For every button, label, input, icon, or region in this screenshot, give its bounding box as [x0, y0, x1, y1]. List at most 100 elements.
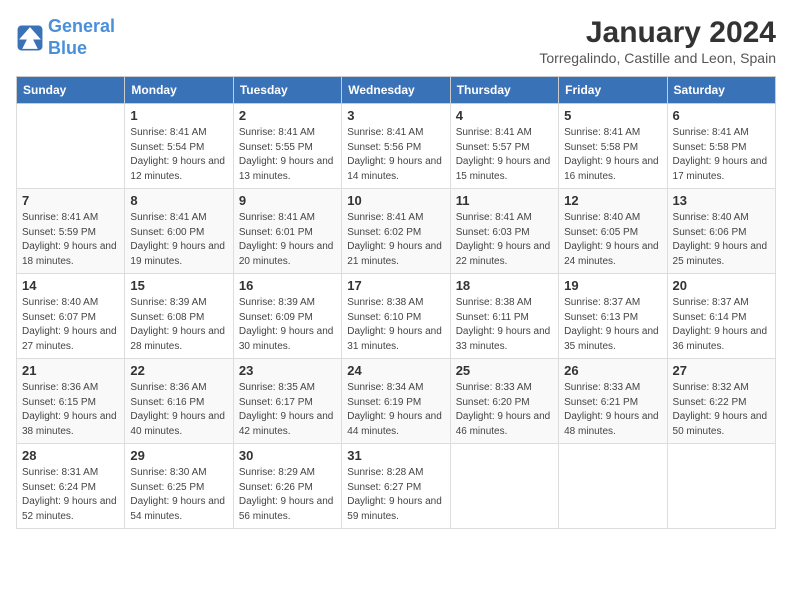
location: Torregalindo, Castille and Leon, Spain: [539, 50, 776, 66]
day-number: 6: [673, 108, 770, 123]
day-number: 10: [347, 193, 444, 208]
day-number: 30: [239, 448, 336, 463]
calendar-cell: 8Sunrise: 8:41 AMSunset: 6:00 PMDaylight…: [125, 189, 233, 274]
day-info: Sunrise: 8:41 AMSunset: 5:59 PMDaylight:…: [22, 211, 119, 269]
day-info: Sunrise: 8:31 AMSunset: 6:24 PMDaylight:…: [22, 466, 119, 524]
day-number: 4: [456, 108, 553, 123]
day-number: 26: [564, 363, 661, 378]
calendar-cell: 17 Sunrise: 8:38 AMSunset: 6:10 PMDayligh…: [342, 274, 450, 359]
day-number: 20: [673, 278, 770, 293]
title-block: January 2024 Torregalindo, Castille and …: [539, 16, 776, 66]
logo-line1: General: [48, 16, 115, 36]
day-number: 19: [564, 278, 661, 293]
day-info: Sunrise: 8:41 AMSunset: 6:01 PMDaylight:…: [239, 211, 336, 269]
day-info: Sunrise: 8:36 AMSunset: 6:15 PMDaylight:…: [22, 381, 119, 439]
day-number: 15: [130, 278, 227, 293]
day-info: Sunrise: 8:32 AMSunset: 6:22 PMDaylight:…: [673, 381, 770, 439]
calendar-cell: 29 Sunrise: 8:30 AMSunset: 6:25 PMDayligh…: [125, 444, 233, 529]
logo-icon: [16, 24, 44, 52]
day-info: Sunrise: 8:40 AMSunset: 6:07 PMDaylight:…: [22, 296, 119, 354]
day-number: 24: [347, 363, 444, 378]
calendar-cell: [559, 444, 667, 529]
day-number: 14: [22, 278, 119, 293]
calendar-cell: 1 Sunrise: 8:41 AMSunset: 5:54 PMDaylight…: [125, 104, 233, 189]
calendar-cell: 10 Sunrise: 8:41 AMSunset: 6:02 PMDayligh…: [342, 189, 450, 274]
calendar-cell: 6 Sunrise: 8:41 AMSunset: 5:58 PMDaylight…: [667, 104, 775, 189]
day-number: 16: [239, 278, 336, 293]
calendar-week-5: 28 Sunrise: 8:31 AMSunset: 6:24 PMDayligh…: [17, 444, 776, 529]
calendar-cell: 26 Sunrise: 8:33 AMSunset: 6:21 PMDayligh…: [559, 359, 667, 444]
calendar-week-3: 14 Sunrise: 8:40 AMSunset: 6:07 PMDayligh…: [17, 274, 776, 359]
weekday-header-friday: Friday: [559, 77, 667, 104]
calendar-table: SundayMondayTuesdayWednesdayThursdayFrid…: [16, 76, 776, 529]
weekday-header-tuesday: Tuesday: [233, 77, 341, 104]
calendar-cell: 12 Sunrise: 8:40 AMSunset: 6:05 PMDayligh…: [559, 189, 667, 274]
day-info: Sunrise: 8:33 AMSunset: 6:21 PMDaylight:…: [564, 381, 661, 439]
day-info: Sunrise: 8:41 AMSunset: 5:54 PMDaylight:…: [130, 126, 227, 184]
calendar-cell: 30 Sunrise: 8:29 AMSunset: 6:26 PMDayligh…: [233, 444, 341, 529]
day-number: 1: [130, 108, 227, 123]
day-info: Sunrise: 8:30 AMSunset: 6:25 PMDaylight:…: [130, 466, 227, 524]
day-number: 5: [564, 108, 661, 123]
day-number: 17: [347, 278, 444, 293]
day-info: Sunrise: 8:40 AMSunset: 6:05 PMDaylight:…: [564, 211, 661, 269]
day-info: Sunrise: 8:38 AMSunset: 6:10 PMDaylight:…: [347, 296, 444, 354]
calendar-cell: 4 Sunrise: 8:41 AMSunset: 5:57 PMDaylight…: [450, 104, 558, 189]
day-number: 7: [22, 193, 119, 208]
calendar-cell: 18 Sunrise: 8:38 AMSunset: 6:11 PMDayligh…: [450, 274, 558, 359]
day-number: 18: [456, 278, 553, 293]
day-number: 3: [347, 108, 444, 123]
logo-text: General Blue: [48, 16, 115, 59]
calendar-week-1: 1 Sunrise: 8:41 AMSunset: 5:54 PMDaylight…: [17, 104, 776, 189]
day-info: Sunrise: 8:37 AMSunset: 6:13 PMDaylight:…: [564, 296, 661, 354]
day-info: Sunrise: 8:41 AMSunset: 5:55 PMDaylight:…: [239, 126, 336, 184]
day-info: Sunrise: 8:33 AMSunset: 6:20 PMDaylight:…: [456, 381, 553, 439]
calendar-cell: 31Sunrise: 8:28 AMSunset: 6:27 PMDayligh…: [342, 444, 450, 529]
day-info: Sunrise: 8:41 AMSunset: 6:02 PMDaylight:…: [347, 211, 444, 269]
calendar-cell: 25 Sunrise: 8:33 AMSunset: 6:20 PMDayligh…: [450, 359, 558, 444]
day-number: 11: [456, 193, 553, 208]
day-info: Sunrise: 8:41 AMSunset: 5:58 PMDaylight:…: [673, 126, 770, 184]
day-info: Sunrise: 8:41 AMSunset: 6:00 PMDaylight:…: [130, 211, 227, 269]
calendar-cell: 13Sunrise: 8:40 AMSunset: 6:06 PMDayligh…: [667, 189, 775, 274]
calendar-cell: [450, 444, 558, 529]
day-number: 22: [130, 363, 227, 378]
calendar-body: 1 Sunrise: 8:41 AMSunset: 5:54 PMDaylight…: [17, 104, 776, 529]
day-info: Sunrise: 8:40 AMSunset: 6:06 PMDaylight:…: [673, 211, 770, 269]
calendar-cell: 19 Sunrise: 8:37 AMSunset: 6:13 PMDayligh…: [559, 274, 667, 359]
calendar-cell: 15 Sunrise: 8:39 AMSunset: 6:08 PMDayligh…: [125, 274, 233, 359]
calendar-cell: [17, 104, 125, 189]
day-number: 31: [347, 448, 444, 463]
day-number: 12: [564, 193, 661, 208]
day-info: Sunrise: 8:29 AMSunset: 6:26 PMDaylight:…: [239, 466, 336, 524]
calendar-week-4: 21Sunrise: 8:36 AMSunset: 6:15 PMDayligh…: [17, 359, 776, 444]
day-number: 25: [456, 363, 553, 378]
calendar-week-2: 7 Sunrise: 8:41 AMSunset: 5:59 PMDaylight…: [17, 189, 776, 274]
page-header: General Blue January 2024 Torregalindo, …: [16, 16, 776, 66]
day-number: 28: [22, 448, 119, 463]
day-number: 23: [239, 363, 336, 378]
day-info: Sunrise: 8:39 AMSunset: 6:09 PMDaylight:…: [239, 296, 336, 354]
calendar-cell: 5 Sunrise: 8:41 AMSunset: 5:58 PMDaylight…: [559, 104, 667, 189]
day-info: Sunrise: 8:39 AMSunset: 6:08 PMDaylight:…: [130, 296, 227, 354]
day-info: Sunrise: 8:41 AMSunset: 5:58 PMDaylight:…: [564, 126, 661, 184]
calendar-cell: 16 Sunrise: 8:39 AMSunset: 6:09 PMDayligh…: [233, 274, 341, 359]
weekday-header-saturday: Saturday: [667, 77, 775, 104]
weekday-header-row: SundayMondayTuesdayWednesdayThursdayFrid…: [17, 77, 776, 104]
calendar-cell: 22 Sunrise: 8:36 AMSunset: 6:16 PMDayligh…: [125, 359, 233, 444]
month-title: January 2024: [539, 16, 776, 50]
calendar-cell: 24 Sunrise: 8:34 AMSunset: 6:19 PMDayligh…: [342, 359, 450, 444]
day-info: Sunrise: 8:38 AMSunset: 6:11 PMDaylight:…: [456, 296, 553, 354]
calendar-cell: 27 Sunrise: 8:32 AMSunset: 6:22 PMDayligh…: [667, 359, 775, 444]
day-info: Sunrise: 8:36 AMSunset: 6:16 PMDaylight:…: [130, 381, 227, 439]
day-number: 27: [673, 363, 770, 378]
day-info: Sunrise: 8:34 AMSunset: 6:19 PMDaylight:…: [347, 381, 444, 439]
day-number: 29: [130, 448, 227, 463]
calendar-cell: 7 Sunrise: 8:41 AMSunset: 5:59 PMDaylight…: [17, 189, 125, 274]
calendar-cell: 23Sunrise: 8:35 AMSunset: 6:17 PMDayligh…: [233, 359, 341, 444]
day-info: Sunrise: 8:41 AMSunset: 5:57 PMDaylight:…: [456, 126, 553, 184]
day-number: 9: [239, 193, 336, 208]
calendar-cell: 9 Sunrise: 8:41 AMSunset: 6:01 PMDaylight…: [233, 189, 341, 274]
weekday-header-monday: Monday: [125, 77, 233, 104]
calendar-cell: 14 Sunrise: 8:40 AMSunset: 6:07 PMDayligh…: [17, 274, 125, 359]
